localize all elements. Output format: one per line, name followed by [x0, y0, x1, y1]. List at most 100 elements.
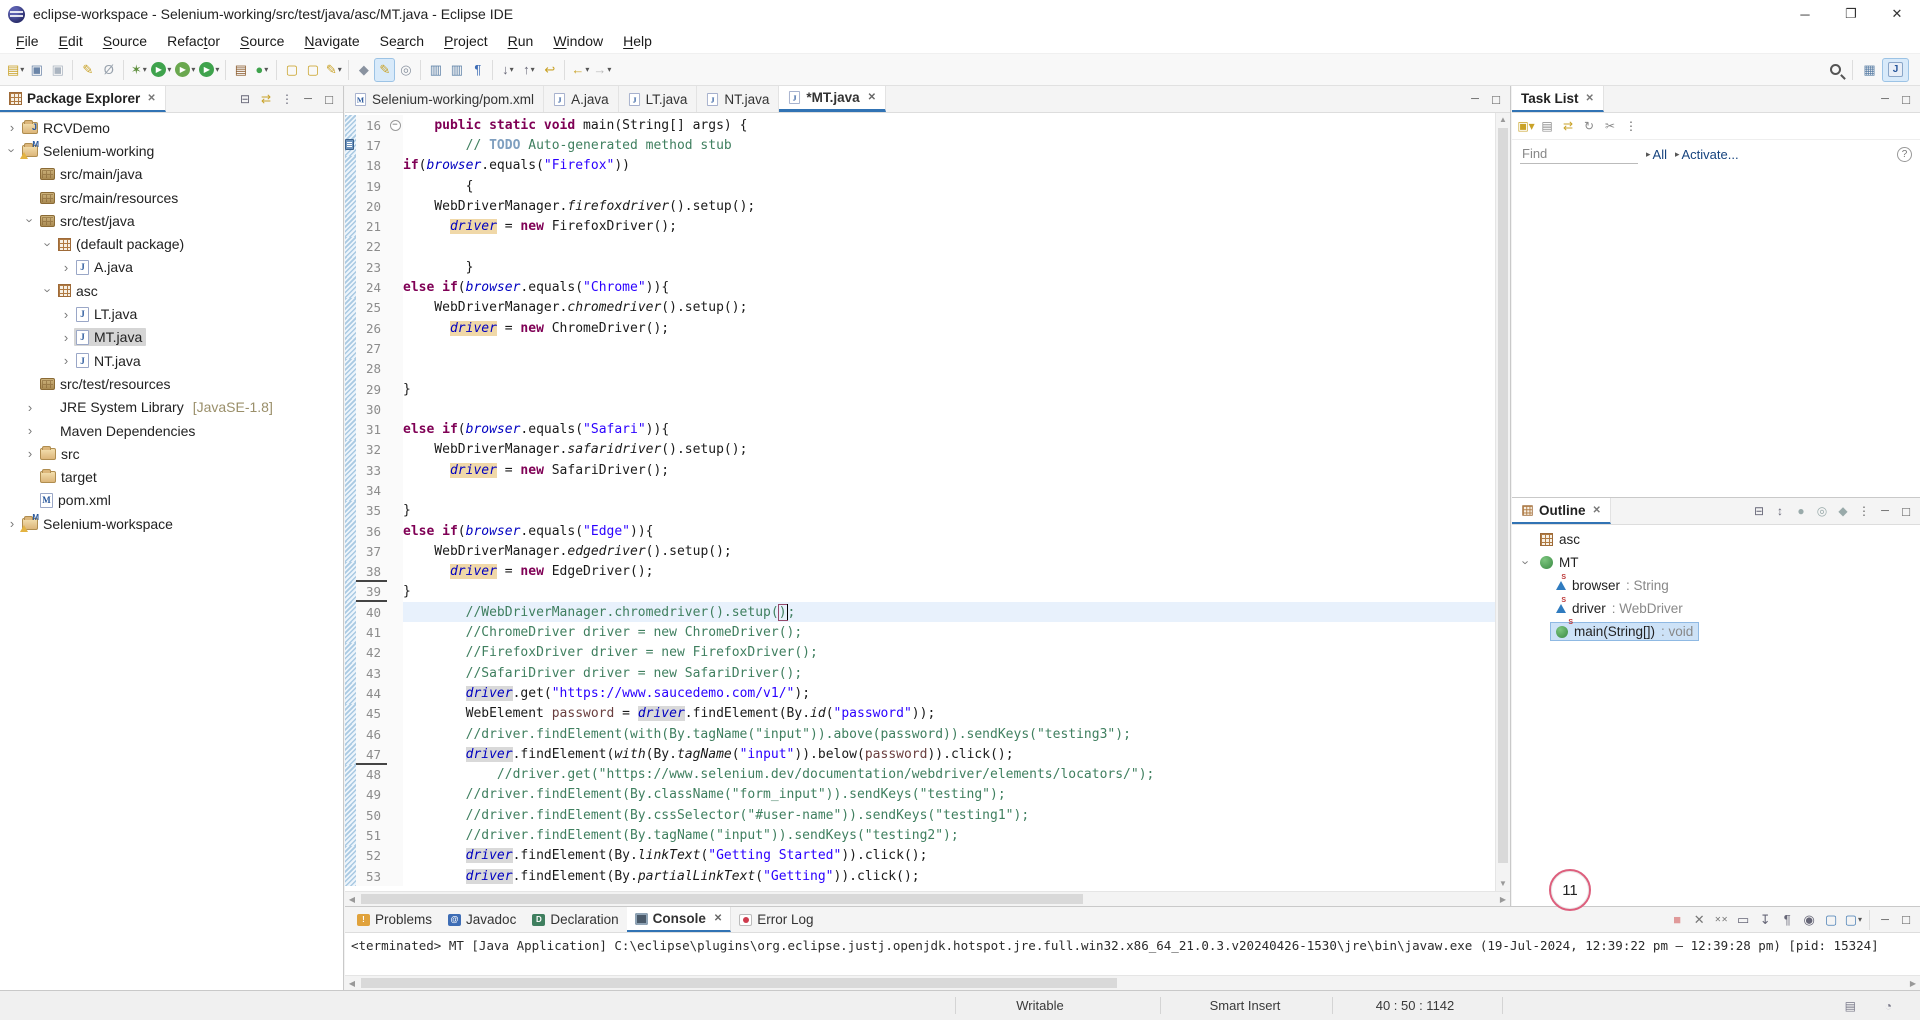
- expand-arrow-icon[interactable]: [1519, 555, 1534, 571]
- word-wrap-button[interactable]: ¶: [1777, 908, 1798, 932]
- expand-arrow-icon[interactable]: [58, 330, 74, 345]
- code-line-39[interactable]: 39}: [345, 582, 1495, 602]
- expand-arrow-icon[interactable]: [22, 423, 38, 438]
- editor-tab-a-java[interactable]: JA.java: [544, 86, 619, 112]
- menu-source[interactable]: Source: [230, 30, 294, 52]
- display-selected-console-button[interactable]: ▢: [1821, 908, 1842, 932]
- code-line-50[interactable]: 50 //driver.findElement(By.cssSelector("…: [345, 805, 1495, 825]
- tree-item-src-test-resources[interactable]: src/test/resources: [0, 372, 343, 395]
- code-line-43[interactable]: 43 //SafariDriver driver = new SafariDri…: [345, 663, 1495, 683]
- menu-navigate[interactable]: Navigate: [294, 30, 369, 52]
- view-menu-button[interactable]: ⋮: [1621, 116, 1641, 136]
- code-line-16[interactable]: 16 public static void main(String[] args…: [345, 115, 1495, 135]
- activate-link[interactable]: Activate...: [1675, 147, 1739, 162]
- tab-javadoc[interactable]: @Javadoc: [440, 907, 524, 932]
- outline-item-main-string[interactable]: main(String[]) : void: [1512, 620, 1920, 643]
- minimize-window-button[interactable]: ─: [1782, 0, 1828, 28]
- tab-outline[interactable]: Outline ✕: [1512, 498, 1611, 524]
- close-icon[interactable]: ✕: [147, 93, 155, 104]
- expand-arrow-icon[interactable]: [22, 446, 38, 461]
- fold-column[interactable]: [387, 115, 403, 135]
- java-perspective-button[interactable]: J: [1882, 58, 1909, 82]
- search-button[interactable]: [1825, 58, 1846, 82]
- sort-button[interactable]: ↕: [1770, 501, 1790, 521]
- code-line-34[interactable]: 34: [345, 480, 1495, 500]
- new-java-class-button[interactable]: ●▾: [251, 58, 272, 82]
- code-line-17[interactable]: 17 // TODO Auto-generated method stub: [345, 135, 1495, 155]
- editor-tab-selenium-working-pom-xml[interactable]: MSelenium-working/pom.xml: [345, 86, 544, 112]
- new-task-button[interactable]: ▣▾: [1516, 116, 1536, 136]
- tab-declaration[interactable]: DDeclaration: [524, 907, 626, 932]
- code-line-49[interactable]: 49 //driver.findElement(By.className("fo…: [345, 785, 1495, 805]
- close-icon[interactable]: ✕: [868, 92, 876, 103]
- code-line-20[interactable]: 20 WebDriverManager.firefoxdriver().setu…: [345, 196, 1495, 216]
- horizontal-scroll-thumb[interactable]: [361, 978, 1117, 988]
- open-type-hierarchy-button[interactable]: ▥: [425, 58, 446, 82]
- remove-all-terminated-button[interactable]: ✕✕: [1711, 908, 1732, 932]
- code-line-41[interactable]: 41 //ChromeDriver driver = new ChromeDri…: [345, 622, 1495, 642]
- code-line-45[interactable]: 45 WebElement password = driver.findElem…: [345, 704, 1495, 724]
- profile-button[interactable]: ▶▾: [197, 58, 221, 82]
- next-annotation-button[interactable]: ↓▾: [497, 58, 518, 82]
- expand-arrow-icon[interactable]: [58, 260, 74, 275]
- menu-project[interactable]: Project: [434, 30, 498, 52]
- progress-icon[interactable]: ▤: [1845, 991, 1856, 1020]
- back-button[interactable]: ←▾: [569, 58, 591, 82]
- expand-arrow-icon[interactable]: [41, 236, 56, 252]
- code-line-24[interactable]: 24else if(browser.equals("Chrome")){: [345, 277, 1495, 297]
- editor-tab-lt-java[interactable]: JLT.java: [619, 86, 698, 112]
- help-icon[interactable]: ?: [1897, 147, 1912, 162]
- editor-horizontal-scrollbar[interactable]: ◀ ▶: [345, 891, 1510, 906]
- maximize-button[interactable]: [319, 89, 339, 109]
- expand-arrow-icon[interactable]: [22, 400, 38, 415]
- collapse-all-button[interactable]: ⊟: [235, 89, 255, 109]
- close-icon[interactable]: ✕: [714, 913, 722, 924]
- hide-fields-button[interactable]: ●: [1791, 501, 1811, 521]
- tree-item-rcvdemo[interactable]: RCVDemo: [0, 116, 343, 139]
- editor-tab-mt-java[interactable]: J*MT.java✕: [779, 86, 886, 112]
- code-line-37[interactable]: 37 WebDriverManager.edgedriver().setup()…: [345, 541, 1495, 561]
- import-button[interactable]: ▢: [302, 58, 323, 82]
- forward-button[interactable]: →▾: [591, 58, 613, 82]
- scroll-left-icon[interactable]: ◀: [345, 976, 359, 990]
- code-line-28[interactable]: 28: [345, 359, 1495, 379]
- maximize-button[interactable]: [1896, 89, 1916, 109]
- code-line-40[interactable]: 40 //WebDriverManager.chromedriver().set…: [345, 602, 1495, 622]
- scroll-right-icon[interactable]: ▶: [1496, 892, 1510, 906]
- remove-launch-button[interactable]: ✕: [1689, 908, 1710, 932]
- tab-error-log[interactable]: Error Log: [731, 907, 821, 932]
- tree-item-pom-xml[interactable]: Mpom.xml: [0, 489, 343, 512]
- tab-problems[interactable]: !Problems: [349, 907, 440, 932]
- code-line-22[interactable]: 22: [345, 237, 1495, 257]
- open-console-button[interactable]: ▢▾: [1843, 908, 1864, 932]
- maximize-button[interactable]: [1486, 89, 1506, 109]
- menu-source[interactable]: Source: [93, 30, 157, 52]
- code-line-46[interactable]: 46 //driver.findElement(with(By.tagName(…: [345, 724, 1495, 744]
- skip-all-breakpoints-button[interactable]: Ø: [98, 58, 119, 82]
- view-menu-button[interactable]: ⋮: [1854, 501, 1874, 521]
- tree-item-a-java[interactable]: JA.java: [0, 256, 343, 279]
- code-line-21[interactable]: 21 driver = new FirefoxDriver();: [345, 216, 1495, 236]
- tree-item-lt-java[interactable]: JLT.java: [0, 302, 343, 325]
- menu-refactor[interactable]: Refactor: [157, 30, 230, 52]
- code-area[interactable]: 16 public static void main(String[] args…: [345, 113, 1510, 891]
- terminate-button[interactable]: ■: [1667, 908, 1688, 932]
- new-java-project-button[interactable]: ▤: [230, 58, 251, 82]
- code-line-42[interactable]: 42 //FirefoxDriver driver = new FirefoxD…: [345, 643, 1495, 663]
- code-line-33[interactable]: 33 driver = new SafariDriver();: [345, 460, 1495, 480]
- notifications-icon[interactable]: ◔: [1885, 991, 1892, 1020]
- expand-arrow-icon[interactable]: [4, 516, 20, 531]
- code-line-32[interactable]: 32 WebDriverManager.safaridriver().setup…: [345, 440, 1495, 460]
- expand-arrow-icon[interactable]: [58, 353, 74, 368]
- tree-item-target[interactable]: target: [0, 465, 343, 488]
- tree-item-src-main-java[interactable]: src/main/java: [0, 163, 343, 186]
- debug-button[interactable]: ✶▾: [128, 58, 149, 82]
- outline-item-browser[interactable]: browser : String: [1512, 574, 1920, 597]
- tree-item-asc[interactable]: asc: [0, 279, 343, 302]
- code-line-38[interactable]: 38 driver = new EdgeDriver();: [345, 562, 1495, 582]
- minimize-button[interactable]: [1465, 89, 1485, 109]
- outline-item-driver[interactable]: driver : WebDriver: [1512, 597, 1920, 620]
- code-line-26[interactable]: 26 driver = new ChromeDriver();: [345, 318, 1495, 338]
- show-view-button[interactable]: ▥: [446, 58, 467, 82]
- minimize-button[interactable]: [1875, 501, 1895, 521]
